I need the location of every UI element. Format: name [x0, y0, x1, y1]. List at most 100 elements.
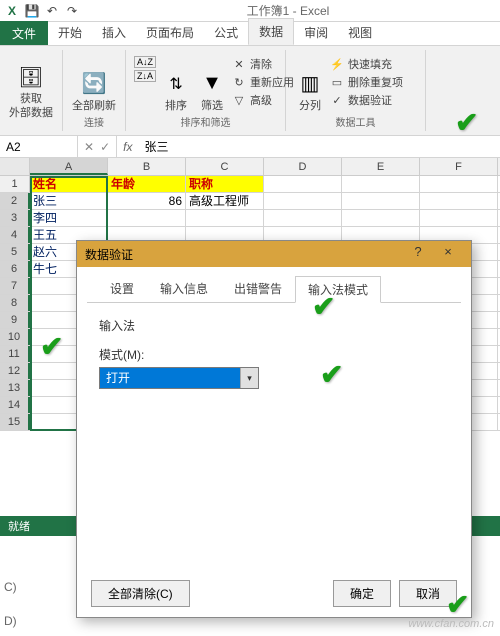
dialog-body: 输入法 模式(M): 打开 ▾	[77, 303, 471, 403]
clear-all-button[interactable]: 全部清除(C)	[91, 580, 190, 607]
cell[interactable]: 张三	[30, 193, 108, 209]
tab-insert[interactable]: 插入	[92, 20, 136, 45]
tab-ime-mode[interactable]: 输入法模式	[295, 276, 381, 303]
cell[interactable]: 86	[108, 193, 186, 209]
flash-fill-button[interactable]: ⚡快速填充	[330, 56, 403, 72]
cell[interactable]: 姓名	[30, 176, 108, 192]
cell[interactable]	[342, 210, 420, 226]
cell[interactable]	[420, 176, 498, 192]
reapply-button[interactable]: ↻重新应用	[232, 74, 294, 90]
row-head[interactable]: 12	[0, 363, 30, 379]
cell[interactable]	[108, 210, 186, 226]
tab-settings[interactable]: 设置	[97, 275, 147, 302]
mode-value: 打开	[100, 368, 240, 388]
cancel-button[interactable]: 取消	[399, 580, 457, 607]
refresh-icon: 🔄	[78, 68, 110, 100]
data-validation-button[interactable]: ✓数据验证	[330, 92, 403, 108]
cell[interactable]	[420, 210, 498, 226]
row-head[interactable]: 13	[0, 380, 30, 396]
table-row: 1姓名年龄职称	[0, 176, 500, 193]
row-head[interactable]: 11	[0, 346, 30, 362]
col-head-C[interactable]: C	[186, 158, 264, 175]
flash-icon: ⚡	[330, 57, 344, 71]
data-validation-dialog: 数据验证 ? × 设置 输入信息 出错警告 输入法模式 输入法 模式(M): 打…	[76, 240, 472, 618]
formula-bar: A2 ✕ ✓ fx 张三	[0, 136, 500, 158]
help-button[interactable]: ?	[403, 244, 433, 264]
dialog-title: 数据验证	[85, 246, 403, 263]
row-head[interactable]: 9	[0, 312, 30, 328]
get-external-data-button[interactable]: 🗄 获取 外部数据	[6, 52, 56, 129]
row-head[interactable]: 7	[0, 278, 30, 294]
sort-desc-button[interactable]: Z↓A	[134, 70, 156, 82]
redo-icon[interactable]: ↷	[64, 3, 80, 19]
clear-filter-button[interactable]: ✕清除	[232, 56, 294, 72]
enter-icon[interactable]: ✓	[100, 140, 110, 154]
col-head-D[interactable]: D	[264, 158, 342, 175]
dialog-titlebar[interactable]: 数据验证 ? ×	[77, 241, 471, 267]
name-box[interactable]: A2	[0, 136, 78, 157]
close-button[interactable]: ×	[433, 244, 463, 264]
col-head-A[interactable]: A	[30, 158, 108, 175]
dialog-footer: 全部清除(C) 确定 取消	[77, 580, 471, 607]
cell[interactable]: 高级工程师	[186, 193, 264, 209]
table-row: 3李四	[0, 210, 500, 227]
group-sort-filter: A↓Z Z↓A ⇅ 排序 ▼ 筛选 ✕清除 ↻重新应用 ▽高级 排序和筛选	[126, 50, 286, 131]
cell[interactable]: 年龄	[108, 176, 186, 192]
cell[interactable]	[420, 193, 498, 209]
tab-formulas[interactable]: 公式	[204, 20, 248, 45]
cell[interactable]	[342, 193, 420, 209]
group-connections: 🔄 全部刷新 连接	[63, 50, 126, 131]
ribbon: 🗄 获取 外部数据 🔄 全部刷新 连接 A↓Z Z↓A ⇅ 排序 ▼	[0, 46, 500, 136]
cell[interactable]	[264, 210, 342, 226]
tab-data[interactable]: 数据	[248, 18, 294, 45]
row-head[interactable]: 15	[0, 414, 30, 430]
formula-bar-buttons: ✕ ✓	[78, 136, 117, 157]
tab-home[interactable]: 开始	[48, 20, 92, 45]
advanced-filter-button[interactable]: ▽高级	[232, 92, 294, 108]
cancel-icon[interactable]: ✕	[84, 140, 94, 154]
save-icon[interactable]: 💾	[24, 3, 40, 19]
row-head[interactable]: 2	[0, 193, 30, 209]
tab-input-message[interactable]: 输入信息	[147, 275, 221, 302]
columns-icon: ▥	[294, 68, 326, 100]
tab-view[interactable]: 视图	[338, 20, 382, 45]
fx-icon[interactable]: fx	[117, 140, 138, 154]
sort-asc-button[interactable]: A↓Z	[134, 56, 156, 68]
row-head[interactable]: 4	[0, 227, 30, 243]
tab-error-alert[interactable]: 出错警告	[221, 275, 295, 302]
clear-icon: ✕	[232, 57, 246, 71]
mode-select[interactable]: 打开 ▾	[99, 367, 259, 389]
tab-layout[interactable]: 页面布局	[136, 20, 204, 45]
ok-button[interactable]: 确定	[333, 580, 391, 607]
tab-file[interactable]: 文件	[0, 21, 48, 45]
formula-input[interactable]: 张三	[138, 138, 500, 155]
filter-icon: ▼	[196, 68, 228, 100]
cell[interactable]	[342, 176, 420, 192]
row-head[interactable]: 14	[0, 397, 30, 413]
col-head-F[interactable]: F	[420, 158, 498, 175]
row-head[interactable]: 5	[0, 244, 30, 260]
col-head-E[interactable]: E	[342, 158, 420, 175]
chevron-down-icon[interactable]: ▾	[240, 368, 258, 388]
undo-icon[interactable]: ↶	[44, 3, 60, 19]
row-head[interactable]: 8	[0, 295, 30, 311]
cell[interactable]	[264, 193, 342, 209]
row-head[interactable]: 1	[0, 176, 30, 192]
cell[interactable]	[264, 176, 342, 192]
col-head-B[interactable]: B	[108, 158, 186, 175]
column-headers: A B C D E F	[0, 158, 500, 176]
cell[interactable]	[186, 210, 264, 226]
quick-access-toolbar: X 💾 ↶ ↷	[4, 3, 80, 19]
table-row: 2张三86高级工程师	[0, 193, 500, 210]
row-head[interactable]: 3	[0, 210, 30, 226]
tab-review[interactable]: 审阅	[294, 20, 338, 45]
cell[interactable]: 李四	[30, 210, 108, 226]
group-data-tools: ▥ 分列 ⚡快速填充 ▭删除重复项 ✓数据验证 数据工具	[286, 50, 426, 131]
select-all-button[interactable]	[0, 158, 30, 175]
remove-duplicates-button[interactable]: ▭删除重复项	[330, 74, 403, 90]
row-head[interactable]: 10	[0, 329, 30, 345]
dialog-tabs: 设置 输入信息 出错警告 输入法模式	[87, 267, 461, 303]
cell[interactable]: 职称	[186, 176, 264, 192]
row-head[interactable]: 6	[0, 261, 30, 277]
footer-text-d: D)	[4, 614, 17, 628]
